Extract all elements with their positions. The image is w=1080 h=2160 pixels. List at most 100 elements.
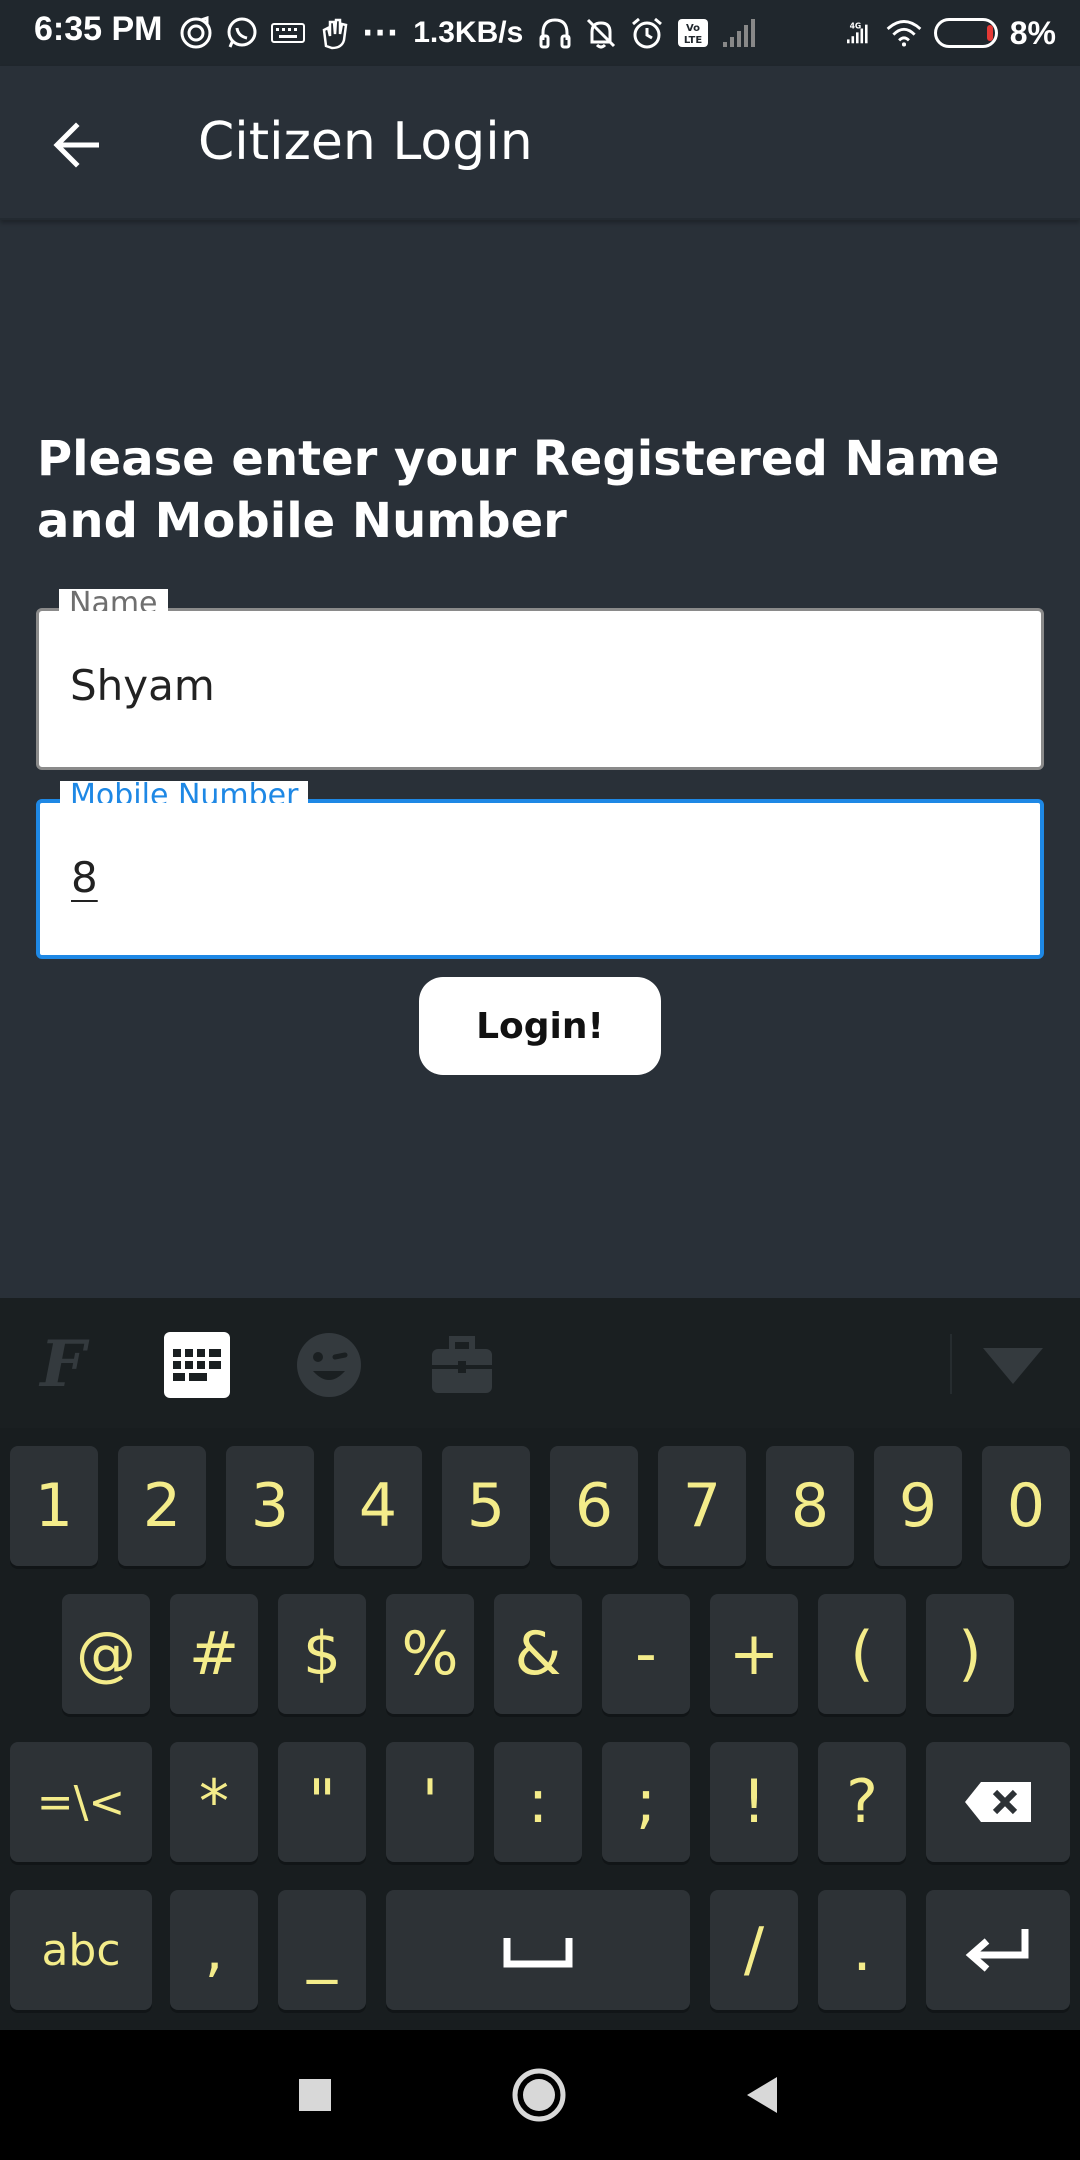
key-label: % <box>401 1619 459 1689</box>
key-slash[interactable]: / <box>710 1890 798 2010</box>
key-plus[interactable]: + <box>710 1594 798 1714</box>
back-arrow-icon[interactable] <box>42 110 112 180</box>
key-label: # <box>188 1619 240 1689</box>
key-4[interactable]: 4 <box>334 1446 422 1566</box>
keyboard-icon <box>270 15 306 51</box>
svg-text:F: F <box>38 1330 90 1400</box>
key-label: 0 <box>1006 1471 1046 1541</box>
key-open-paren[interactable]: ( <box>818 1594 906 1714</box>
name-field-label: Name <box>59 589 168 611</box>
status-notification-icons: ··· 1.3KB/s Vo LTE <box>178 12 757 54</box>
key-underscore[interactable]: _ <box>278 1890 366 2010</box>
key-question[interactable]: ? <box>818 1742 906 1862</box>
status-time: 6:35 PM <box>34 10 163 48</box>
key-5[interactable]: 5 <box>442 1446 530 1566</box>
key-label: ) <box>958 1619 982 1689</box>
key-label: 6 <box>574 1471 614 1541</box>
network-speed: 1.3KB/s <box>413 16 524 49</box>
collapse-icon[interactable] <box>978 1330 1048 1400</box>
status-bar: 6:35 PM ··· 1.3KB/s Vo LTE 4G 8% <box>0 0 1080 66</box>
battery-percent: 8% <box>1009 14 1056 51</box>
space-key[interactable] <box>386 1890 690 2010</box>
home-icon[interactable] <box>506 2062 572 2128</box>
key-label: " <box>308 1767 336 1837</box>
key-percent[interactable]: % <box>386 1594 474 1714</box>
key-label: 2 <box>142 1471 182 1541</box>
font-icon[interactable]: F <box>28 1330 98 1400</box>
key-label: ! <box>741 1767 767 1837</box>
key-minus[interactable]: - <box>602 1594 690 1714</box>
key-semicolon[interactable]: ; <box>602 1742 690 1862</box>
space-icon <box>503 1938 573 1968</box>
keyboard-toolbar: F <box>0 1298 1080 1428</box>
enter-key[interactable] <box>926 1890 1070 2010</box>
key-colon[interactable]: : <box>494 1742 582 1862</box>
key-label: / <box>743 1915 765 1985</box>
backspace-key[interactable] <box>926 1742 1070 1862</box>
key-label: _ <box>307 1915 337 1985</box>
name-field[interactable]: Name Shyam <box>36 589 1044 770</box>
key-close-paren[interactable]: ) <box>926 1594 1014 1714</box>
key-label: 5 <box>466 1471 506 1541</box>
key-symbols-more[interactable]: =\< <box>10 1742 152 1862</box>
key-label: : <box>527 1767 549 1837</box>
page-title: Citizen Login <box>198 112 533 172</box>
key-label: 9 <box>898 1471 938 1541</box>
hand-icon <box>316 15 352 51</box>
key-label: - <box>635 1619 657 1689</box>
key-label: 3 <box>250 1471 290 1541</box>
music-app-icon <box>178 15 214 51</box>
status-system-icons: 4G 8% <box>838 12 1056 54</box>
key-label: $ <box>302 1619 342 1689</box>
mobile-number-field-label: Mobile Number <box>60 781 309 803</box>
svg-text:4G: 4G <box>849 22 861 31</box>
key-single-quote[interactable]: ' <box>386 1742 474 1862</box>
key-3[interactable]: 3 <box>226 1446 314 1566</box>
toolbox-icon[interactable] <box>427 1330 497 1400</box>
key-at[interactable]: @ <box>62 1594 150 1714</box>
key-label: + <box>728 1619 780 1689</box>
key-double-quote[interactable]: " <box>278 1742 366 1862</box>
login-button[interactable]: Login! <box>419 977 661 1075</box>
keyboard-layout-icon[interactable] <box>162 1330 232 1400</box>
4g-signal-icon: 4G <box>838 15 874 51</box>
key-label: , <box>204 1915 224 1985</box>
on-screen-keyboard: F 1 2 3 4 5 6 7 8 9 0 @ # $ % & - + ( ) … <box>0 1298 1080 2030</box>
key-dollar[interactable]: $ <box>278 1594 366 1714</box>
key-7[interactable]: 7 <box>658 1446 746 1566</box>
key-comma[interactable]: , <box>170 1890 258 2010</box>
key-exclamation[interactable]: ! <box>710 1742 798 1862</box>
system-nav-bar <box>0 2030 1080 2160</box>
volte-icon: Vo LTE <box>675 15 711 51</box>
login-prompt: Please enter your Registered Name and Mo… <box>37 431 1000 549</box>
key-8[interactable]: 8 <box>766 1446 854 1566</box>
key-ampersand[interactable]: & <box>494 1594 582 1714</box>
key-period[interactable]: . <box>818 1890 906 2010</box>
key-abc[interactable]: abc <box>10 1890 152 2010</box>
key-label: @ <box>76 1619 136 1689</box>
key-6[interactable]: 6 <box>550 1446 638 1566</box>
svg-text:LTE: LTE <box>684 35 703 46</box>
key-label: 4 <box>358 1471 398 1541</box>
mobile-number-field[interactable]: Mobile Number 8 <box>36 781 1044 959</box>
mute-bell-icon <box>583 15 619 51</box>
key-label: . <box>852 1915 872 1985</box>
recents-icon[interactable] <box>282 2062 348 2128</box>
key-label: 7 <box>682 1471 722 1541</box>
whatsapp-icon <box>224 15 260 51</box>
key-1[interactable]: 1 <box>10 1446 98 1566</box>
key-asterisk[interactable]: * <box>170 1742 258 1862</box>
name-field-value[interactable]: Shyam <box>70 661 215 710</box>
mobile-number-field-value[interactable]: 8 <box>71 853 98 902</box>
key-0[interactable]: 0 <box>982 1446 1070 1566</box>
battery-icon <box>933 18 998 48</box>
key-label: =\< <box>36 1776 126 1828</box>
key-9[interactable]: 9 <box>874 1446 962 1566</box>
key-label: & <box>514 1619 562 1689</box>
nav-back-icon[interactable] <box>728 2062 794 2128</box>
key-2[interactable]: 2 <box>118 1446 206 1566</box>
key-label: ; <box>635 1767 657 1837</box>
emoji-icon[interactable] <box>294 1330 364 1400</box>
key-hash[interactable]: # <box>170 1594 258 1714</box>
signal-icon <box>721 15 757 51</box>
